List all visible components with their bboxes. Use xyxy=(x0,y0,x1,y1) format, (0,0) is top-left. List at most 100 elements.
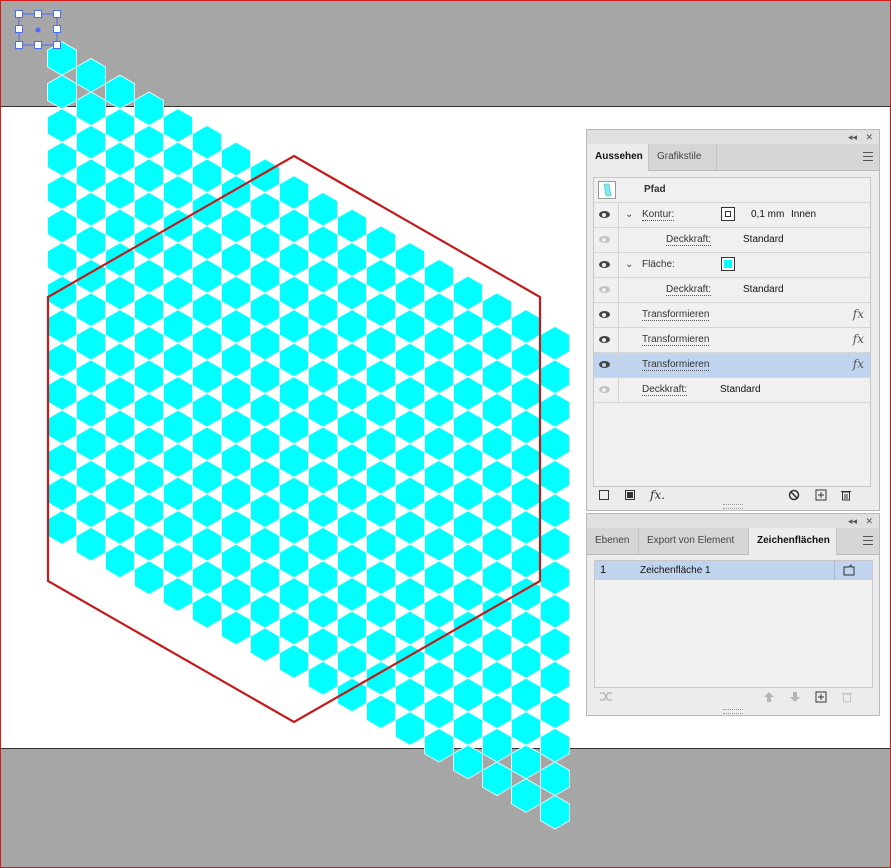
object-opacity-row[interactable]: Deckkraft: Standard xyxy=(594,378,870,403)
opacity-label[interactable]: Deckkraft: xyxy=(642,384,688,396)
visibility-eye-icon[interactable] xyxy=(599,311,610,318)
move-down-icon[interactable] xyxy=(789,691,801,703)
duplicate-item-icon[interactable] xyxy=(815,489,827,501)
effect-row[interactable]: Transformieren fx xyxy=(594,328,870,353)
stroke-weight[interactable]: 0,1 mm xyxy=(751,209,784,220)
visibility-eye-icon[interactable] xyxy=(599,261,610,268)
chevron-down-icon[interactable]: ⌄ xyxy=(625,259,633,270)
hexagon-cell xyxy=(47,409,77,445)
hexagon-cell xyxy=(453,744,483,780)
effect-row[interactable]: Transformieren fx xyxy=(594,303,870,328)
hexagon-cell xyxy=(134,258,164,294)
hexagon-cell xyxy=(511,309,541,344)
hexagon-cell xyxy=(424,258,454,294)
panel-menu-icon[interactable] xyxy=(863,152,873,161)
effect-label[interactable]: Transformieren xyxy=(642,334,710,346)
hexagon-cell xyxy=(76,526,106,562)
hexagon-cell xyxy=(105,74,135,110)
hexagon-cell xyxy=(540,493,570,529)
hexagon-cell xyxy=(337,443,367,478)
hexagon-cell xyxy=(337,342,367,378)
hexagon-cell xyxy=(76,426,106,462)
artboard-row[interactable]: 1 Zeichenfläche 1 xyxy=(595,561,872,580)
hexagon-cell xyxy=(395,476,425,512)
hexagon-cell xyxy=(192,426,222,462)
hexagon-cell xyxy=(221,476,251,512)
hexagon-cell xyxy=(308,660,338,696)
stroke-swatch[interactable] xyxy=(721,207,735,221)
delete-artboard-icon[interactable] xyxy=(841,691,853,703)
add-effect-icon[interactable]: fx. xyxy=(650,488,665,502)
stroke-row[interactable]: ⌄ Kontur: 0,1 mm Innen xyxy=(594,203,870,228)
hexagon-cell xyxy=(134,91,164,127)
effect-label[interactable]: Transformieren xyxy=(642,359,710,371)
visibility-eye-icon[interactable] xyxy=(599,236,610,243)
hexagon-cell xyxy=(192,225,222,261)
panel-titlebar[interactable]: ◂◂ ✕ xyxy=(587,130,879,144)
rearrange-artboards-icon[interactable] xyxy=(599,691,613,703)
hexagon-cell xyxy=(76,493,106,529)
hexagon-cell xyxy=(308,560,338,596)
resize-grip[interactable] xyxy=(723,709,743,714)
visibility-eye-icon[interactable] xyxy=(599,386,610,393)
hexagon-cell xyxy=(192,593,222,629)
opacity-label[interactable]: Deckkraft: xyxy=(666,234,712,246)
resize-grip[interactable] xyxy=(723,504,743,509)
collapse-icon[interactable]: ◂◂ xyxy=(848,131,857,143)
new-artboard-icon[interactable] xyxy=(815,691,827,703)
fx-icon[interactable]: fx xyxy=(853,307,864,321)
hexagon-cell xyxy=(366,627,396,663)
hexagon-cell xyxy=(279,476,309,512)
panel-titlebar[interactable]: ◂◂ ✕ xyxy=(587,514,879,528)
visibility-eye-icon[interactable] xyxy=(599,211,610,218)
object-row[interactable]: Pfad xyxy=(594,178,870,203)
collapse-icon[interactable]: ◂◂ xyxy=(848,515,857,527)
hexagon-cell xyxy=(482,392,512,428)
hexagon-cell xyxy=(279,342,309,378)
fill-row[interactable]: ⌄ Fläche: xyxy=(594,253,870,278)
visibility-eye-icon[interactable] xyxy=(599,286,610,293)
tab-grafikstile[interactable]: Grafikstile xyxy=(649,144,717,170)
artboard-name[interactable]: Zeichenfläche 1 xyxy=(640,565,711,576)
add-fill-icon[interactable] xyxy=(625,490,635,500)
hexagon-cell xyxy=(134,426,164,462)
fx-icon[interactable]: fx xyxy=(853,332,864,346)
hexagon-cell xyxy=(47,443,77,478)
hexagon-cell xyxy=(134,292,164,328)
fx-icon[interactable]: fx xyxy=(853,357,864,371)
visibility-eye-icon[interactable] xyxy=(599,336,610,343)
close-icon[interactable]: ✕ xyxy=(865,515,873,527)
hexagon-grid[interactable] xyxy=(47,41,570,830)
add-stroke-icon[interactable] xyxy=(599,490,609,500)
effect-row-selected[interactable]: Transformieren fx xyxy=(594,353,870,378)
hexagon-cell xyxy=(134,560,164,596)
delete-item-icon[interactable] xyxy=(840,489,852,501)
tab-aussehen[interactable]: Aussehen xyxy=(587,144,649,171)
hexagon-cell xyxy=(221,208,251,244)
appearance-bottom-bar: fx. xyxy=(593,488,871,504)
hexagon-cell xyxy=(540,593,570,629)
hexagon-cell xyxy=(163,141,193,177)
hexagon-cell xyxy=(453,376,483,411)
hexagon-cell xyxy=(337,476,367,512)
artboard-options-icon[interactable] xyxy=(843,564,855,576)
tab-zeichenflaechen[interactable]: Zeichenflächen xyxy=(749,528,837,555)
effect-label[interactable]: Transformieren xyxy=(642,309,710,321)
tab-export-von-element[interactable]: Export von Element xyxy=(639,528,749,554)
close-icon[interactable]: ✕ xyxy=(865,131,873,143)
hexagon-cell xyxy=(395,610,425,646)
opacity-label[interactable]: Deckkraft: xyxy=(666,284,712,296)
panel-menu-icon[interactable] xyxy=(863,536,873,545)
stroke-opacity-row[interactable]: Deckkraft: Standard xyxy=(594,228,870,253)
chevron-down-icon[interactable]: ⌄ xyxy=(625,209,633,220)
fill-label[interactable]: Fläche: xyxy=(642,259,675,270)
clear-appearance-icon[interactable] xyxy=(788,489,800,501)
fill-opacity-row[interactable]: Deckkraft: Standard xyxy=(594,278,870,303)
selection-bounding-box[interactable] xyxy=(15,10,61,49)
move-up-icon[interactable] xyxy=(763,691,775,703)
hexagon-cell xyxy=(192,292,222,328)
tab-ebenen[interactable]: Ebenen xyxy=(587,528,639,554)
stroke-label[interactable]: Kontur: xyxy=(642,209,675,221)
fill-swatch[interactable] xyxy=(721,257,735,271)
visibility-eye-icon[interactable] xyxy=(599,361,610,368)
